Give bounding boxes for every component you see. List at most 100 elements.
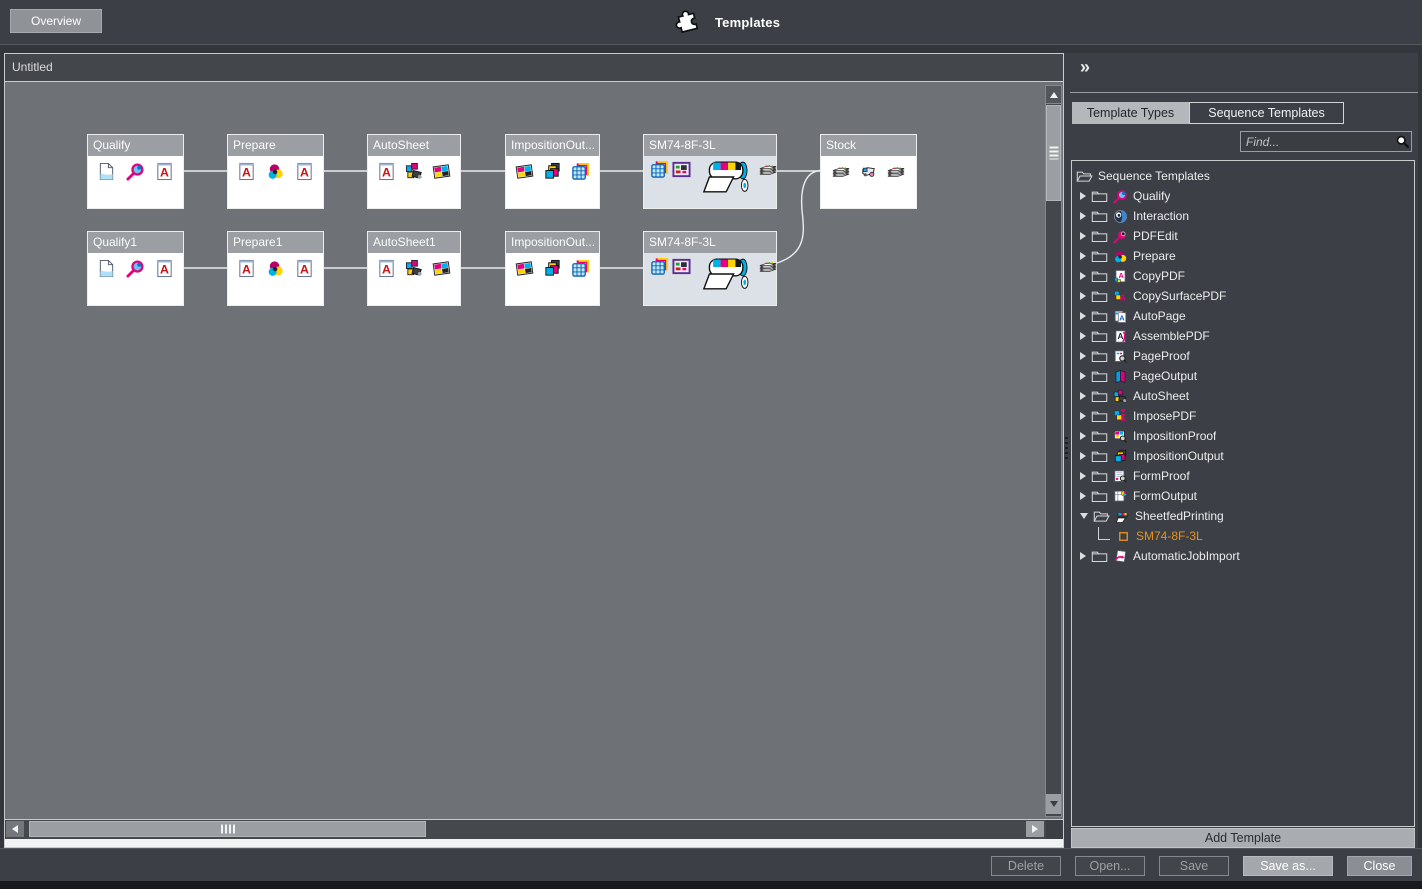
- node-body: [644, 253, 776, 293]
- folder-icon: [1091, 229, 1108, 243]
- workflow-node-AutoSheet[interactable]: AutoSheetA: [367, 134, 461, 209]
- tree-item-SM74-8F-3L[interactable]: SM74-8F-3L: [1072, 526, 1414, 546]
- tree-item-Interaction[interactable]: Interaction: [1072, 206, 1414, 226]
- search-icon[interactable]: [1393, 134, 1411, 149]
- tree-item-label: ImpositionProof: [1133, 429, 1216, 443]
- tab-template-types[interactable]: Template Types: [1072, 102, 1189, 124]
- expand-arrow-icon[interactable]: [1080, 332, 1086, 340]
- svg-text:A: A: [1120, 293, 1126, 302]
- expand-arrow-icon[interactable]: [1080, 192, 1086, 200]
- tree-item-label: Prepare: [1133, 249, 1176, 263]
- workflow-node-Stock[interactable]: Stock: [820, 134, 917, 209]
- tree-item-AutomaticJobImport[interactable]: AutomaticJobImport: [1072, 546, 1414, 566]
- tree-item-label: PageProof: [1133, 349, 1190, 363]
- vertical-scroll-thumb[interactable]: [1046, 105, 1061, 201]
- vertical-scrollbar[interactable]: [1045, 85, 1062, 817]
- workflow-node-Qualify1[interactable]: Qualify1A: [87, 231, 184, 306]
- workflow-node-SM74-8F-3L[interactable]: SM74-8F-3L: [643, 231, 777, 306]
- folder-icon: [1091, 489, 1108, 503]
- stack-color-icon: [543, 162, 562, 181]
- tree-item-ImpositionProof[interactable]: ImpositionProof: [1072, 426, 1414, 446]
- pdfedit-icon: [1113, 229, 1128, 244]
- tree-item-AssemblePDF[interactable]: AAssemblePDF: [1072, 326, 1414, 346]
- tree-item-FormProof[interactable]: FormProof: [1072, 466, 1414, 486]
- node-body: AA: [228, 253, 323, 278]
- collapse-sidebar-button[interactable]: »: [1080, 57, 1090, 78]
- tree-item-ImpositionOutput[interactable]: ImpositionOutput: [1072, 446, 1414, 466]
- horizontal-scrollbar[interactable]: [5, 819, 1063, 839]
- tree-item-PageProof[interactable]: PageProof: [1072, 346, 1414, 366]
- arrow-left-icon: [12, 825, 18, 833]
- folder-icon: [1091, 329, 1108, 343]
- tree-item-CopyPDF[interactable]: ACopyPDF: [1072, 266, 1414, 286]
- scroll-down-button[interactable]: [1046, 794, 1061, 814]
- workflow-node-SM74-8F-3L[interactable]: SM74-8F-3L: [643, 134, 777, 209]
- tree-item-ImposePDF[interactable]: ImposePDF: [1072, 406, 1414, 426]
- sequence-tree[interactable]: Sequence TemplatesQualifyInteractionPDFE…: [1071, 160, 1415, 827]
- tree-item-Prepare[interactable]: Prepare: [1072, 246, 1414, 266]
- expand-arrow-icon[interactable]: [1080, 412, 1086, 420]
- workflow-node-AutoSheet1[interactable]: AutoSheet1A: [367, 231, 461, 306]
- tree-item-label: AssemblePDF: [1133, 329, 1210, 343]
- expand-arrow-icon[interactable]: [1080, 472, 1086, 480]
- pageoutput-icon: [1113, 369, 1128, 384]
- folder-icon: [1091, 289, 1108, 303]
- save-as-button[interactable]: Save as...: [1243, 856, 1333, 876]
- tree-item-PageOutput[interactable]: PageOutput: [1072, 366, 1414, 386]
- collapse-arrow-icon[interactable]: [1080, 513, 1088, 519]
- scroll-track: [1046, 820, 1063, 839]
- expand-arrow-icon[interactable]: [1080, 372, 1086, 380]
- scroll-up-button[interactable]: [1046, 86, 1061, 104]
- sidebar: » Template TypesSequence Templates Seque…: [1064, 53, 1418, 848]
- imposition-icon: [650, 257, 669, 276]
- autosheet-icon: [405, 162, 424, 181]
- top-bar: Overview Templates: [0, 0, 1422, 45]
- expand-arrow-icon[interactable]: [1080, 432, 1086, 440]
- expand-arrow-icon[interactable]: [1080, 552, 1086, 560]
- overview-button[interactable]: Overview: [10, 9, 102, 33]
- expand-arrow-icon[interactable]: [1080, 272, 1086, 280]
- splitter-handle[interactable]: [1065, 437, 1068, 459]
- tab-sequence-templates[interactable]: Sequence Templates: [1189, 102, 1344, 124]
- find-input[interactable]: [1241, 135, 1393, 149]
- add-template-button[interactable]: Add Template: [1071, 828, 1415, 848]
- find-field[interactable]: [1240, 131, 1412, 152]
- tree-item-AutoSheet[interactable]: AutoSheet: [1072, 386, 1414, 406]
- workflow-node-ImpositionOut...[interactable]: ImpositionOut...: [505, 134, 600, 209]
- tree-item-FormOutput[interactable]: FormOutput: [1072, 486, 1414, 506]
- open-button: Open...: [1075, 856, 1145, 876]
- tree-item-AutoPage[interactable]: AAutoPage: [1072, 306, 1414, 326]
- folder-icon: [1091, 189, 1108, 203]
- tree-item-SheetfedPrinting[interactable]: SheetfedPrinting: [1072, 506, 1414, 526]
- node-title: Qualify1: [88, 232, 183, 253]
- expand-arrow-icon[interactable]: [1080, 452, 1086, 460]
- workflow-node-ImpositionOut...[interactable]: ImpositionOut...: [505, 231, 600, 306]
- close-button[interactable]: Close: [1347, 856, 1412, 876]
- pdf-icon: A: [237, 162, 256, 181]
- expand-arrow-icon[interactable]: [1080, 312, 1086, 320]
- workflow-canvas[interactable]: QualifyAPrepareAAAutoSheetAImpositionOut…: [5, 82, 1063, 819]
- arrow-up-icon: [1050, 92, 1058, 98]
- workflow-node-Prepare[interactable]: PrepareAA: [227, 134, 324, 209]
- expand-arrow-icon[interactable]: [1080, 492, 1086, 500]
- pdf-icon: A: [295, 162, 314, 181]
- workflow-node-Prepare1[interactable]: Prepare1AA: [227, 231, 324, 306]
- expand-arrow-icon[interactable]: [1080, 352, 1086, 360]
- tree-item-PDFEdit[interactable]: PDFEdit: [1072, 226, 1414, 246]
- workflow-node-Qualify[interactable]: QualifyA: [87, 134, 184, 209]
- expand-arrow-icon[interactable]: [1080, 252, 1086, 260]
- tree-item-CopySurfacePDF[interactable]: ACopySurfacePDF: [1072, 286, 1414, 306]
- workflow-panel: Untitled QualifyAPrepareAAAutoSheetAImpo…: [4, 53, 1064, 848]
- arrow-down-icon: [1050, 801, 1058, 807]
- expand-arrow-icon[interactable]: [1080, 212, 1086, 220]
- bottom-bar: DeleteOpen...SaveSave as...Close: [0, 848, 1422, 881]
- expand-arrow-icon[interactable]: [1080, 392, 1086, 400]
- proof-icon: [672, 160, 691, 179]
- tree-item-Qualify[interactable]: Qualify: [1072, 186, 1414, 206]
- expand-arrow-icon[interactable]: [1080, 292, 1086, 300]
- expand-arrow-icon[interactable]: [1080, 232, 1086, 240]
- scroll-left-button[interactable]: [6, 821, 24, 837]
- horizontal-scroll-thumb[interactable]: [29, 821, 426, 837]
- tree-root[interactable]: Sequence Templates: [1072, 166, 1414, 186]
- scroll-right-button[interactable]: [1026, 821, 1044, 837]
